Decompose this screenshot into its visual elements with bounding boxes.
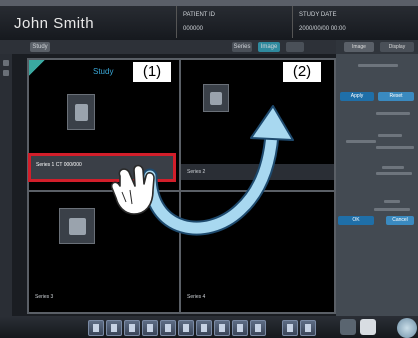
viewer-screen: John Smith PATIENT ID 000000 STUDY DATE … (0, 0, 418, 338)
curved-arrow-icon (142, 105, 294, 236)
drag-arrow-overlay (110, 105, 294, 236)
hand-pointer-icon (110, 164, 155, 215)
